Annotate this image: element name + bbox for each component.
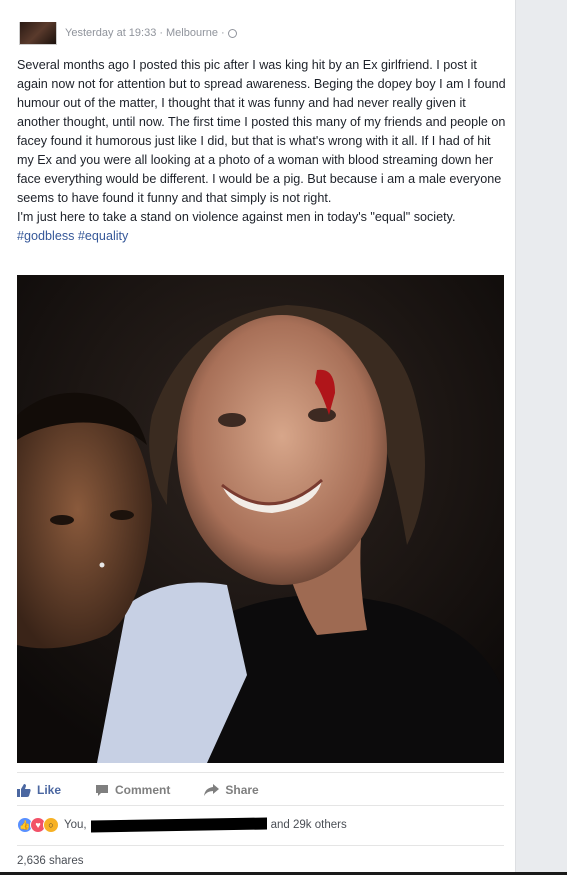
author-avatar[interactable] [19, 22, 57, 45]
post-body-paragraph: Several months ago I posted this pic aft… [17, 58, 506, 205]
divider [17, 772, 504, 773]
thumbs-up-icon [17, 783, 31, 797]
post-location[interactable]: Melbourne [166, 27, 218, 39]
post-timestamp[interactable]: Yesterday at 19:33 [65, 27, 156, 39]
share-button[interactable]: Share [204, 783, 259, 797]
comment-label: Comment [115, 783, 171, 797]
comment-button[interactable]: Comment [95, 783, 170, 797]
wow-reaction-icon: ○ [43, 817, 59, 833]
share-label: Share [225, 783, 259, 797]
globe-icon[interactable] [227, 28, 237, 38]
hashtag-link[interactable]: #equality [78, 229, 128, 243]
like-button[interactable]: Like [17, 783, 61, 797]
divider [17, 805, 504, 806]
reactions-you[interactable]: You, [64, 819, 87, 831]
photo-illustration [17, 275, 504, 763]
hashtag-link[interactable]: #godbless [17, 229, 74, 243]
meta-separator: · [159, 27, 164, 39]
right-background [516, 0, 567, 875]
post-body-line: I'm just here to take a stand on violenc… [17, 210, 456, 224]
comment-icon [96, 784, 109, 796]
post-actions: Like Comment Share [17, 780, 504, 800]
redacted-names [90, 817, 267, 833]
post-photo[interactable] [17, 275, 504, 763]
post-body: Several months ago I posted this pic aft… [17, 56, 507, 246]
reactions-summary[interactable]: 👍 ♥ ○ You, and 29k others [17, 815, 504, 835]
divider [17, 845, 504, 846]
reactions-others[interactable]: and 29k others [271, 819, 347, 831]
share-icon [204, 784, 220, 796]
meta-separator: · [221, 27, 225, 39]
post-body-paragraph-2: I'm just here to take a stand on violenc… [17, 208, 507, 246]
post-meta: Yesterday at 19:33 · Melbourne · [65, 27, 237, 39]
post-card: Yesterday at 19:33 · Melbourne · Several… [0, 0, 516, 875]
shares-count[interactable]: 2,636 shares [17, 855, 84, 867]
like-label: Like [37, 783, 62, 797]
